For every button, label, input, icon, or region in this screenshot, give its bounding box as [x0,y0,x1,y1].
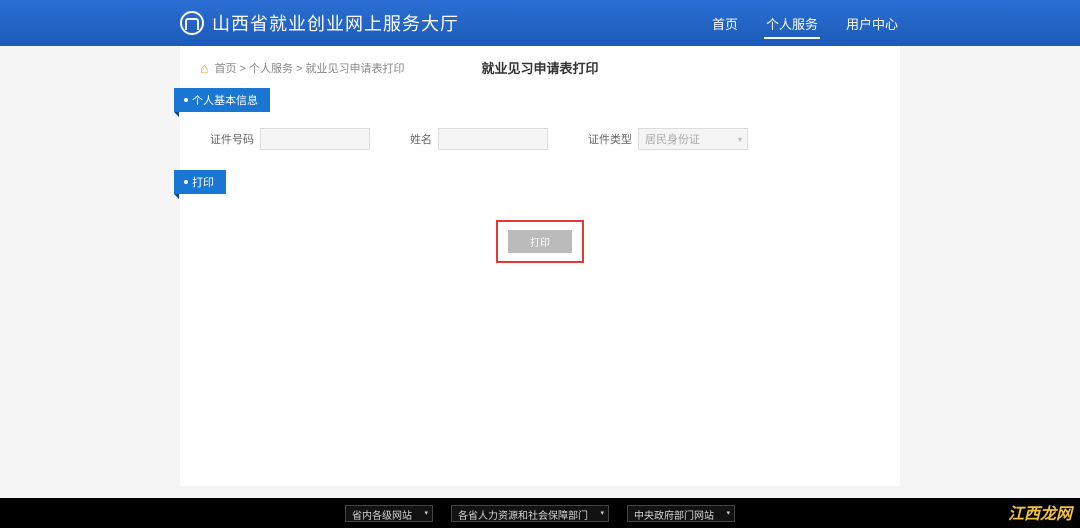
print-section: 打印 打印 [180,170,900,263]
section-title-print: 打印 [192,174,214,190]
site-title: 山西省就业创业网上服务大厅 [212,10,459,36]
field-id-type: 证件类型 ▾ [588,128,748,150]
section-tag-print: 打印 [174,170,226,194]
field-id-number: 证件号码 [210,128,370,150]
logo-area: 山西省就业创业网上服务大厅 [180,10,459,36]
print-button[interactable]: 打印 [508,230,572,253]
home-icon: ⌂ [200,60,208,76]
footer-select-provincial[interactable]: 省内各级网站 [345,505,433,522]
section-tag-basic-info: 个人基本信息 [174,88,270,112]
nav-personal-service[interactable]: 个人服务 [764,2,820,45]
header-bar: 山西省就业创业网上服务大厅 首页 个人服务 用户中心 [0,0,1080,46]
nav-home[interactable]: 首页 [710,2,740,45]
form-row: 证件号码 姓名 证件类型 ▾ [180,128,900,150]
field-name: 姓名 [410,128,548,150]
print-button-wrapper: 打印 [180,220,900,263]
select-id-type[interactable] [638,128,748,150]
watermark: 江西龙网 [1008,500,1072,524]
section-title-basic: 个人基本信息 [192,92,258,108]
input-name[interactable] [438,128,548,150]
footer-bar: 省内各级网站 ▾ 各省人力资源和社会保障部门 ▾ 中央政府部门网站 ▾ [0,498,1080,528]
bullet-icon [184,98,188,102]
breadcrumb-row: ⌂ 首页 > 个人服务 > 就业见习申请表打印 就业见习申请表打印 [180,60,900,88]
bullet-icon [184,180,188,184]
basic-info-section: 个人基本信息 证件号码 姓名 证件类型 ▾ [180,88,900,150]
breadcrumb: 首页 > 个人服务 > 就业见习申请表打印 [214,60,404,76]
label-id-type: 证件类型 [588,131,632,147]
main-nav: 首页 个人服务 用户中心 [710,2,900,45]
logo-icon [180,11,204,35]
print-highlight-box: 打印 [496,220,584,263]
input-id-number[interactable] [260,128,370,150]
label-id-number: 证件号码 [210,131,254,147]
footer-select-hr-depts[interactable]: 各省人力资源和社会保障部门 [451,505,609,522]
page-title: 就业见习申请表打印 [481,58,598,77]
footer-select-central-gov[interactable]: 中央政府部门网站 [627,505,735,522]
content-panel: ⌂ 首页 > 个人服务 > 就业见习申请表打印 就业见习申请表打印 个人基本信息… [180,46,900,486]
nav-user-center[interactable]: 用户中心 [844,2,900,45]
label-name: 姓名 [410,131,432,147]
